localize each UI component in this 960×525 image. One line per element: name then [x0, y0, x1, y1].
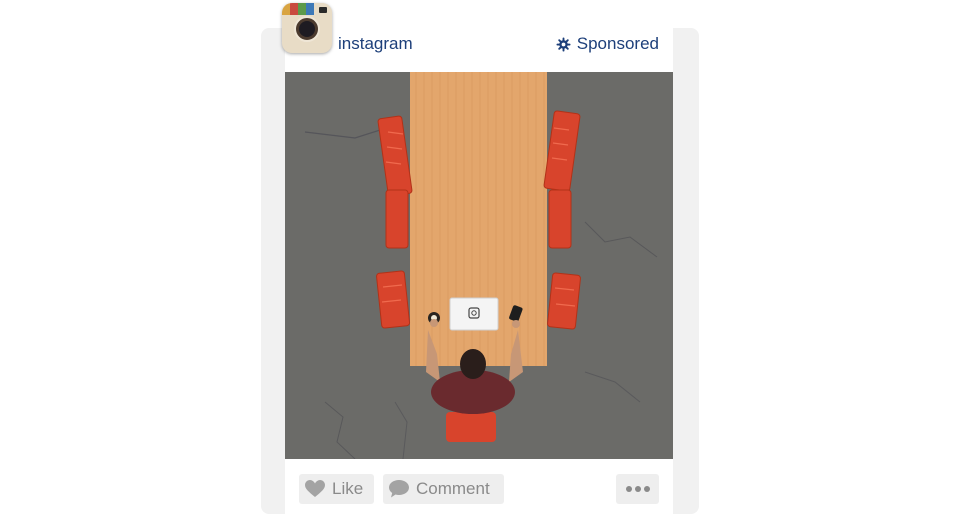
post-actions-bar: Like Comment [285, 459, 673, 514]
comment-label: Comment [416, 479, 490, 498]
like-button[interactable]: Like [299, 474, 374, 504]
comment-button[interactable]: Comment [383, 474, 504, 504]
post-card: instagram Sponsored Like Comment [282, 3, 673, 514]
more-dots-icon [625, 486, 650, 492]
sponsored-badge-icon [556, 36, 571, 52]
post-header: instagram Sponsored [282, 3, 673, 72]
heart-icon [305, 480, 325, 497]
post-photo-image [285, 72, 673, 459]
like-label: Like [332, 479, 364, 498]
speech-bubble-icon [389, 480, 409, 498]
post-photo[interactable] [285, 72, 673, 459]
sponsored-label: Sponsored [576, 34, 659, 53]
username-link[interactable]: instagram [338, 34, 413, 54]
sponsored-label-group[interactable]: Sponsored [556, 34, 659, 54]
more-options-button[interactable] [616, 474, 659, 504]
instagram-logo-icon[interactable] [282, 3, 332, 53]
